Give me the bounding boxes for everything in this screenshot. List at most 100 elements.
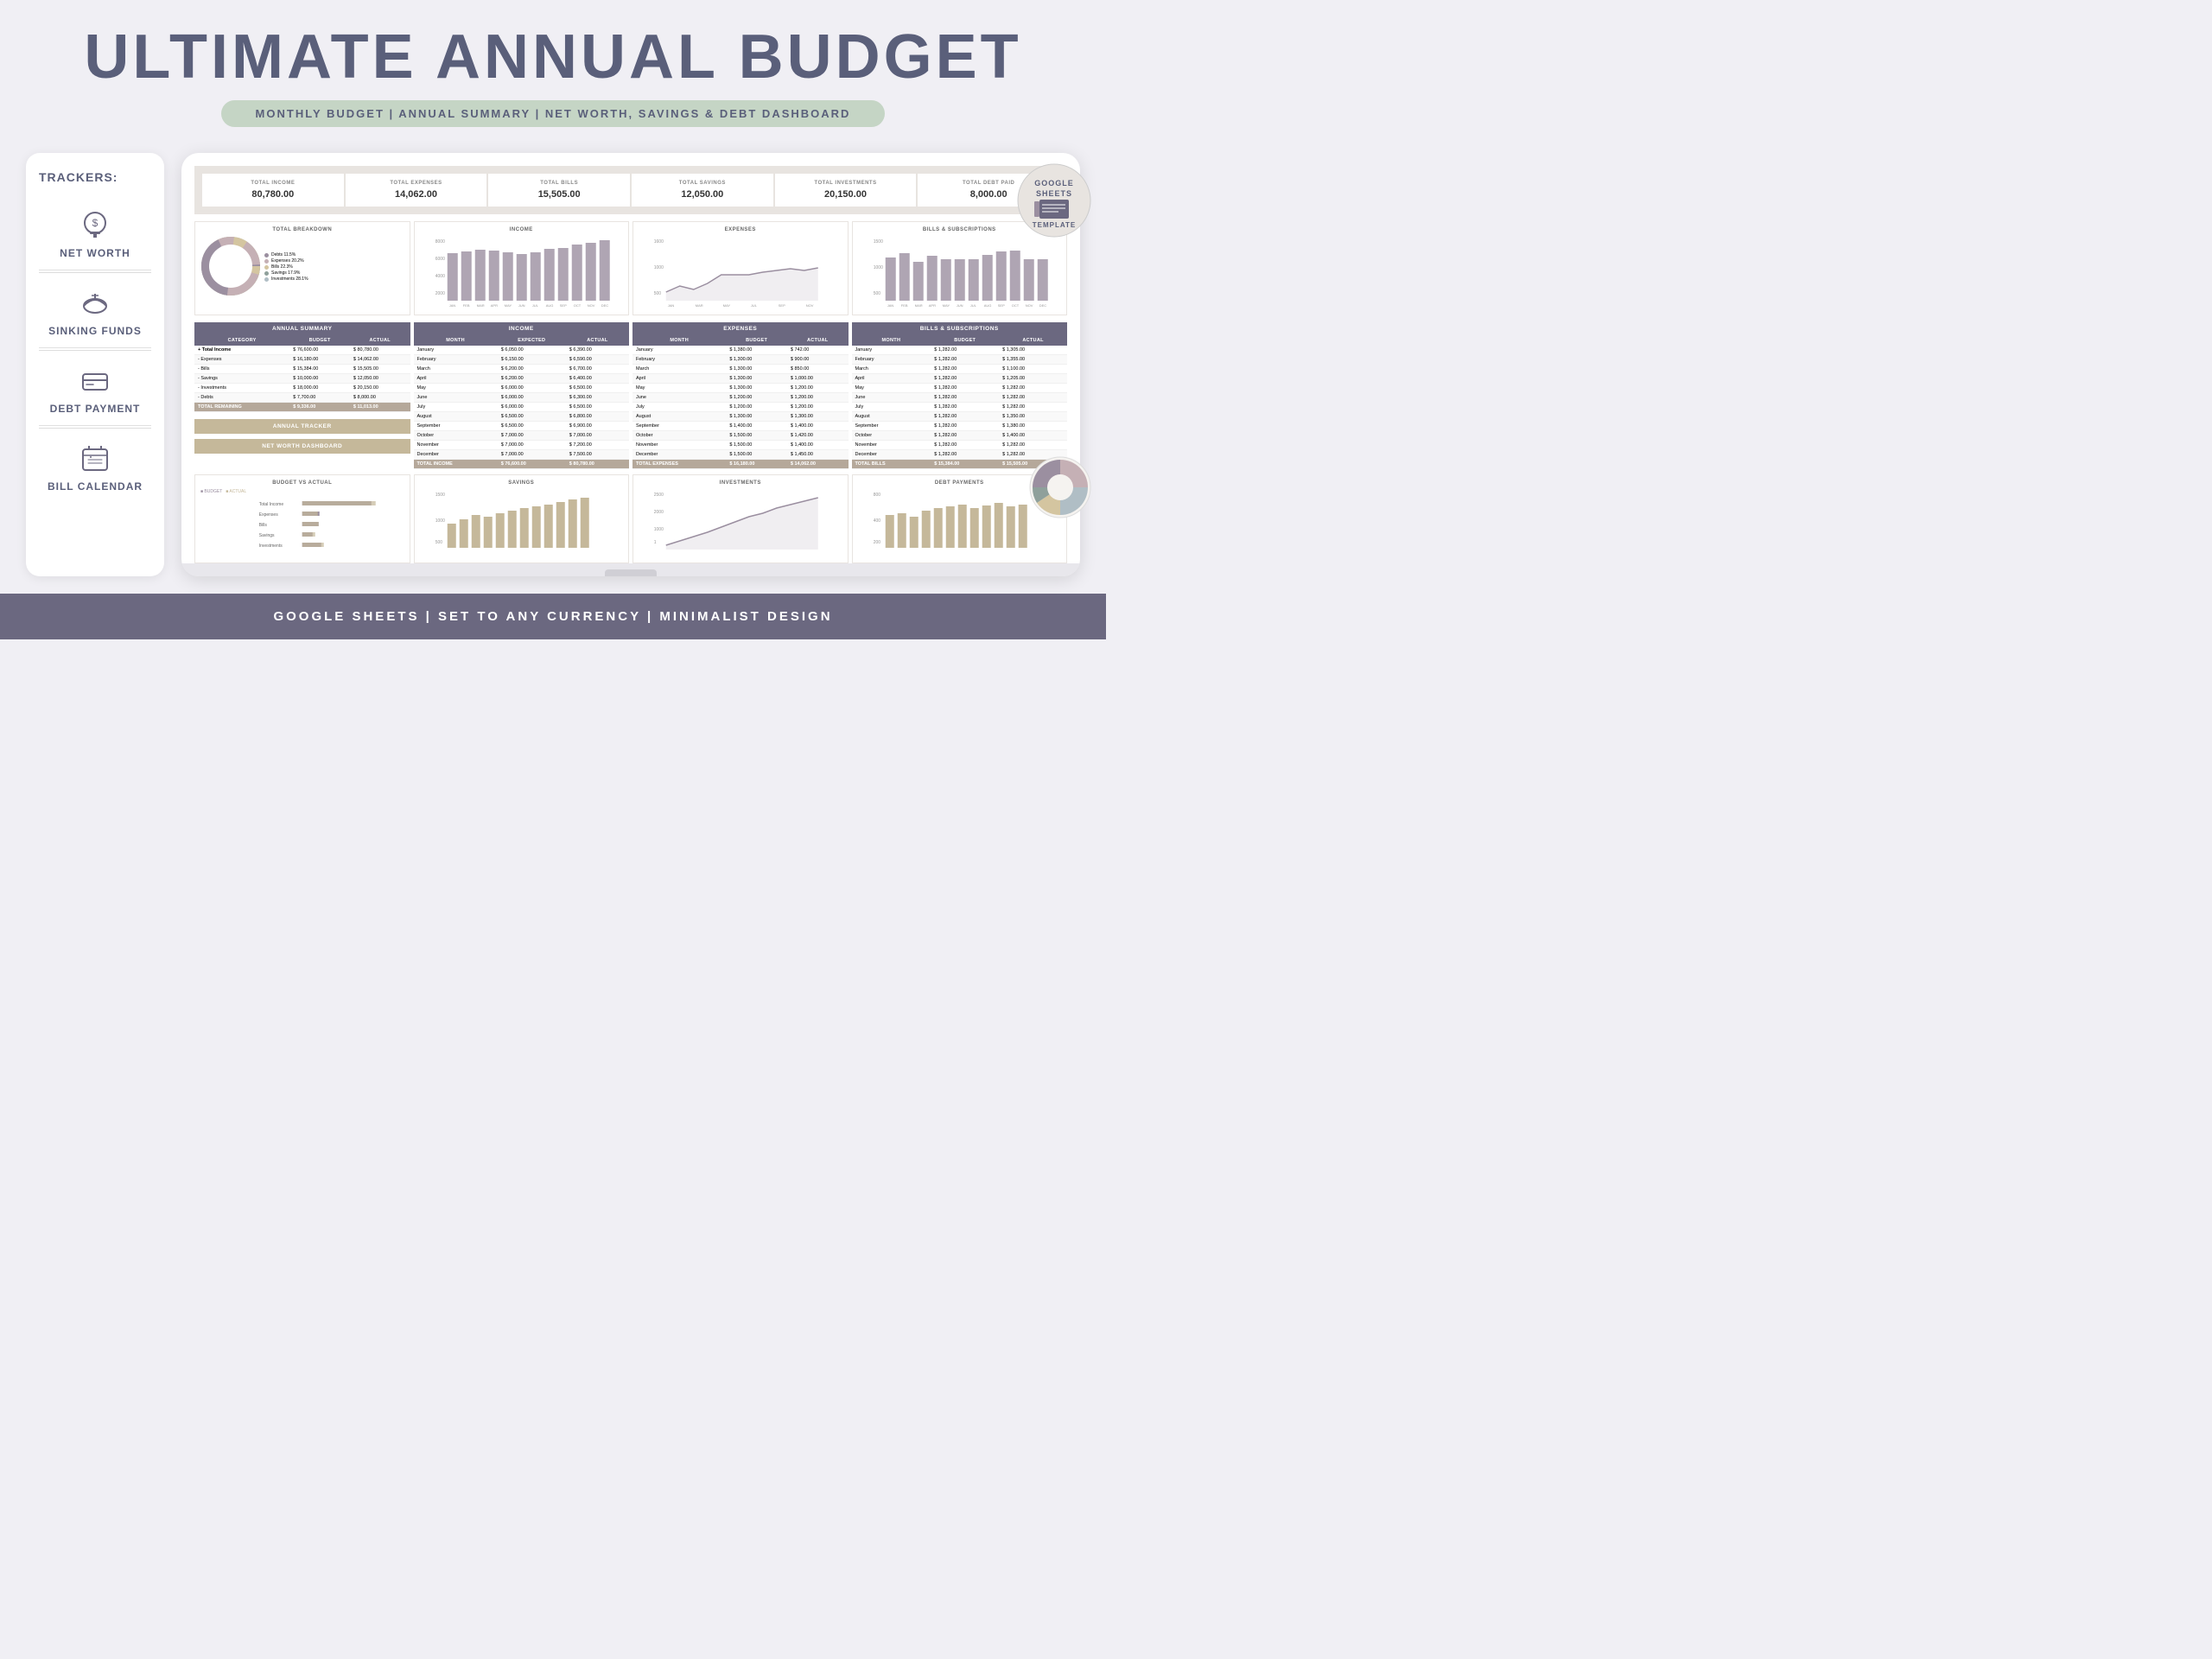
net-worth-icon: $ [78, 207, 112, 242]
svg-text:200: 200 [873, 540, 880, 545]
svg-text:NOV: NOV [1025, 303, 1033, 308]
svg-text:MAY: MAY [723, 303, 731, 308]
savings-chart: SAVINGS 1500 1000 500 [414, 474, 630, 563]
income-chart: INCOME 8000 6000 4000 2000 [414, 221, 630, 315]
net-worth-label: NET WORTH [60, 247, 130, 259]
svg-text:6000: 6000 [435, 257, 444, 262]
svg-text:Bills: Bills [259, 523, 268, 528]
card-investments-value: 20,150.00 [780, 189, 912, 200]
income-table-header: INCOME [414, 322, 630, 335]
exp-col-budget: BUDGET [726, 335, 787, 346]
svg-text:MAR: MAR [476, 303, 484, 308]
income-col-expected: EXPECTED [498, 335, 566, 346]
svg-text:1000: 1000 [654, 265, 664, 270]
table-row: + Total Income $ 76,600.00 $ 80,780.00 [194, 346, 410, 355]
sidebar-item-net-worth[interactable]: $ NET WORTH [39, 197, 151, 270]
main-title: ULTIMATE ANNUAL BUDGET [17, 26, 1089, 88]
svg-text:DEC: DEC [601, 303, 608, 308]
svg-text:2000: 2000 [654, 510, 664, 515]
sidebar-item-bill-calendar[interactable]: BILL CALENDAR [39, 430, 151, 503]
svg-text:Total Income: Total Income [259, 502, 284, 507]
table-row: June$ 1,200.00$ 1,200.00 [632, 393, 849, 403]
svg-text:2000: 2000 [435, 291, 444, 296]
card-savings-value: 12,050.00 [637, 189, 768, 200]
svg-text:AUG: AUG [983, 303, 991, 308]
donut-legend: Debts 11.5% Expenses 20.2% Bills 22.3% S… [264, 252, 308, 282]
card-expenses-label: TOTAL EXPENSES [351, 181, 482, 186]
table-row: - Expenses $ 16,180.00 $ 14,062.00 [194, 355, 410, 365]
svg-text:1500: 1500 [435, 493, 444, 498]
net-worth-dashboard-button[interactable]: NET WORTH DASHBOARD [194, 439, 410, 454]
table-row: November$ 1,500.00$ 1,400.00 [632, 441, 849, 450]
sidebar-item-sinking-funds[interactable]: SINKING FUNDS [39, 275, 151, 348]
svg-text:APR: APR [928, 303, 935, 308]
table-row: October$ 1,500.00$ 1,420.00 [632, 431, 849, 441]
laptop-bottom [181, 563, 1080, 576]
table-row: August$ 1,282.00$ 1,350.00 [852, 412, 1068, 422]
investments-line-svg: 2500 2000 1000 1 [639, 489, 842, 554]
svg-text:MAY: MAY [504, 303, 512, 308]
card-bills-label: TOTAL BILLS [493, 181, 625, 186]
table-row: March$ 6,200.00$ 6,700.00 [414, 365, 630, 374]
card-total-bills: TOTAL BILLS 15,505.00 [488, 174, 630, 207]
table-row: August$ 1,300.00$ 1,300.00 [632, 412, 849, 422]
svg-text:JUN: JUN [518, 303, 524, 308]
card-savings-label: TOTAL SAVINGS [637, 181, 768, 186]
charts-row: TOTAL BREAKDOWN Debts 11.5% Expenses 20.… [194, 221, 1067, 315]
card-total-savings: TOTAL SAVINGS 12,050.00 [632, 174, 773, 207]
footer-text: GOOGLE SHEETS | SET TO ANY CURRENCY | MI… [16, 609, 1090, 624]
svg-text:500: 500 [873, 291, 880, 296]
table-row: - Debts $ 7,700.00 $ 8,000.00 [194, 393, 410, 403]
table-row: January$ 1,282.00$ 1,305.00 [852, 346, 1068, 355]
spreadsheet-container: TOTAL INCOME 80,780.00 TOTAL EXPENSES 14… [181, 153, 1080, 576]
svg-text:1: 1 [654, 540, 657, 545]
table-row: February$ 1,282.00$ 1,355.00 [852, 355, 1068, 365]
svg-text:500: 500 [654, 291, 662, 296]
bills-col-actual: ACTUAL [999, 335, 1067, 346]
annual-tracker-button[interactable]: ANNUAL TRACKER [194, 419, 410, 434]
svg-text:SEP: SEP [559, 303, 566, 308]
svg-text:JAN: JAN [887, 303, 893, 308]
table-row: September$ 1,400.00$ 1,400.00 [632, 422, 849, 431]
summary-cards-row: TOTAL INCOME 80,780.00 TOTAL EXPENSES 14… [194, 166, 1067, 214]
card-investments-label: TOTAL INVESTMENTS [780, 181, 912, 186]
income-col-actual: ACTUAL [566, 335, 629, 346]
bva-title: BUDGET VS ACTUAL [200, 480, 404, 486]
svg-text:AUG: AUG [545, 303, 553, 308]
table-row: December$ 7,000.00$ 7,500.00 [414, 450, 630, 460]
pie-chart-svg [1028, 455, 1093, 520]
table-row: September$ 1,282.00$ 1,380.00 [852, 422, 1068, 431]
income-section: INCOME MONTH EXPECTED ACTUAL January$ 6,… [414, 322, 630, 469]
table-row: April$ 1,282.00$ 1,205.00 [852, 374, 1068, 384]
savings-title: SAVINGS [420, 480, 624, 486]
table-row: July$ 1,200.00$ 1,200.00 [632, 403, 849, 412]
table-row: May$ 1,282.00$ 1,282.00 [852, 384, 1068, 393]
svg-text:Expenses: Expenses [259, 512, 278, 518]
sidebar: TRACKERS: $ NET WORTH [26, 153, 164, 576]
sinking-funds-label: SINKING FUNDS [48, 325, 142, 337]
expenses-total-row: TOTAL EXPENSES$ 16,180.00$ 14,062.00 [632, 460, 849, 469]
svg-text:JUL: JUL [531, 303, 538, 308]
donut-chart-svg [200, 236, 261, 296]
budget-vs-actual-chart: BUDGET VS ACTUAL ■ BUDGET ■ ACTUAL Total… [194, 474, 410, 563]
card-income-label: TOTAL INCOME [207, 181, 339, 186]
breakdown-chart-title: TOTAL BREAKDOWN [200, 227, 404, 232]
svg-text:GOOGLE: GOOGLE [1034, 179, 1074, 188]
gs-badge-container: GOOGLE SHEETS TEMPLATE [1015, 162, 1093, 239]
svg-text:SEP: SEP [779, 303, 785, 308]
svg-text:1000: 1000 [435, 518, 444, 524]
svg-text:FEB: FEB [900, 303, 907, 308]
col-actual: ACTUAL [350, 335, 410, 346]
bill-calendar-icon [78, 441, 112, 475]
expenses-chart: EXPENSES 1600 1000 500 JAN MAR MAY JUL S… [632, 221, 849, 315]
table-row: - Bills $ 15,384.00 $ 15,505.00 [194, 365, 410, 374]
bills-table: MONTH BUDGET ACTUAL January$ 1,282.00$ 1… [852, 335, 1068, 469]
svg-text:TEMPLATE: TEMPLATE [1033, 221, 1077, 229]
col-category: CATEGORY [194, 335, 289, 346]
svg-text:MAR: MAR [914, 303, 922, 308]
header: ULTIMATE ANNUAL BUDGET MONTHLY BUDGET | … [0, 0, 1106, 136]
svg-text:4000: 4000 [435, 274, 444, 279]
table-row: March$ 1,282.00$ 1,100.00 [852, 365, 1068, 374]
table-row: June$ 6,000.00$ 6,300.00 [414, 393, 630, 403]
sidebar-item-debt-payment[interactable]: DEBT PAYMENT [39, 353, 151, 426]
